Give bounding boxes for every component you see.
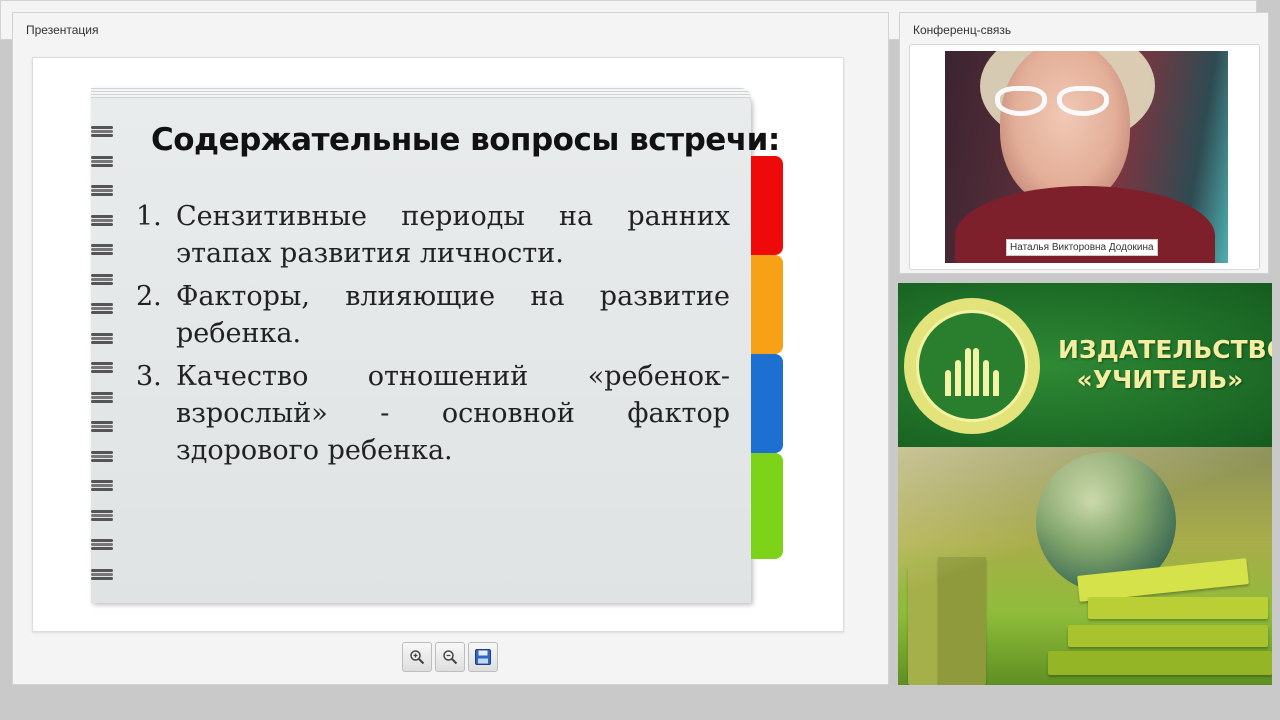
save-icon <box>475 649 491 665</box>
spiral-ring <box>91 301 115 317</box>
tab-blue <box>751 354 783 453</box>
publisher-name-line1: ИЗДАТЕЛЬСТВО <box>1058 335 1272 364</box>
video-glasses <box>993 86 1113 120</box>
spiral-ring <box>91 360 115 376</box>
spiral-ring <box>91 331 115 347</box>
list-item-text: Качество отношений «ребенок-взрослый» - … <box>176 361 730 466</box>
list-item-text: Факторы, влияющие на развитие ребенка. <box>176 281 730 349</box>
list-item-number: 2. <box>136 281 162 312</box>
notebook-top-edge <box>91 88 751 98</box>
spiral-ring <box>91 154 115 170</box>
slide-toolbar <box>402 642 498 672</box>
presentation-panel-title: Презентация <box>26 23 99 37</box>
presentation-panel: Презентация Содержательные вопросы встре… <box>12 12 889 685</box>
spiral-ring <box>91 449 115 465</box>
publisher-books-image <box>898 447 1272 685</box>
spiral-ring <box>91 213 115 229</box>
spiral-ring <box>91 124 115 140</box>
zoom-in-button[interactable] <box>402 642 432 672</box>
conference-panel-title: Конференц-связь <box>913 23 1012 37</box>
spiral-ring <box>91 537 115 553</box>
zoom-out-button[interactable] <box>435 642 465 672</box>
slide-frame: Содержательные вопросы встречи: 1. Сензи… <box>32 57 844 632</box>
video-face <box>1000 51 1130 206</box>
spiral-ring <box>91 242 115 258</box>
publisher-banner: ИЗДАТЕЛЬСТВО «УЧИТЕЛЬ» <box>898 283 1272 685</box>
publisher-header: ИЗДАТЕЛЬСТВО «УЧИТЕЛЬ» <box>898 283 1272 447</box>
spiral-ring <box>91 390 115 406</box>
video-container: Наталья Викторовна Додокина <box>909 44 1260 270</box>
publisher-logo-icon <box>904 298 1040 434</box>
list-item: 3. Качество отношений «ребенок-взрослый»… <box>136 358 730 469</box>
participant-video[interactable]: Наталья Викторовна Додокина <box>945 51 1228 263</box>
save-button[interactable] <box>468 642 498 672</box>
slide-list: 1. Сензитивные периоды на ранних этапах … <box>136 198 730 475</box>
spiral-ring <box>91 478 115 494</box>
spiral-ring <box>91 272 115 288</box>
participant-name-tag: Наталья Викторовна Додокина <box>1006 239 1158 256</box>
list-item-number: 1. <box>136 201 162 232</box>
spiral-ring <box>91 183 115 199</box>
list-item: 1. Сензитивные периоды на ранних этапах … <box>136 198 730 272</box>
list-item: 2. Факторы, влияющие на развитие ребенка… <box>136 278 730 352</box>
spiral-ring <box>91 419 115 435</box>
zoom-in-icon <box>410 650 425 665</box>
slide-heading: Содержательные вопросы встречи: <box>151 122 780 158</box>
spiral-ring <box>91 567 115 583</box>
color-tabs <box>751 156 783 559</box>
list-item-number: 3. <box>136 361 162 392</box>
list-item-text: Сензитивные периоды на ранних этапах раз… <box>176 201 730 269</box>
light-glow <box>898 447 1272 685</box>
spiral-ring <box>91 508 115 524</box>
tab-red <box>751 156 783 255</box>
tab-orange <box>751 255 783 354</box>
tab-green <box>751 453 783 559</box>
spiral-binding <box>91 124 117 594</box>
conference-panel: Конференц-связь Наталья Викторовна Додок… <box>899 12 1269 274</box>
zoom-out-icon <box>443 650 458 665</box>
publisher-name-line2: «УЧИТЕЛЬ» <box>1076 365 1244 394</box>
publisher-name: ИЗДАТЕЛЬСТВО «УЧИТЕЛЬ» <box>1058 335 1272 395</box>
